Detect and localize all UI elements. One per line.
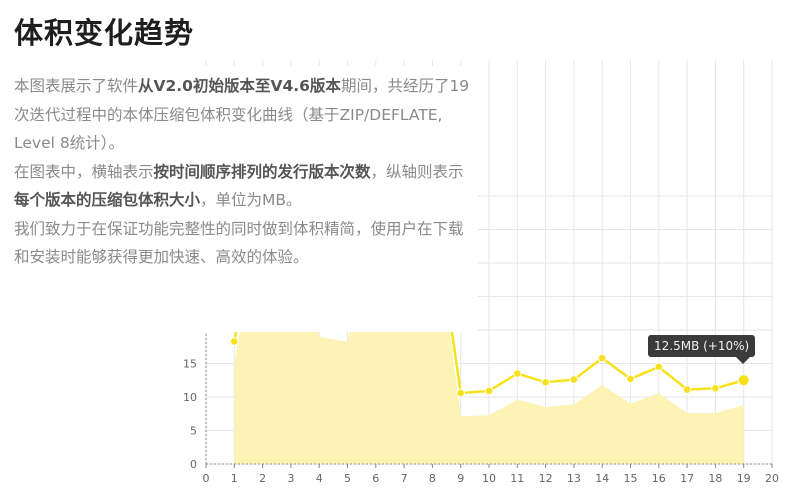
x-tick-label: 20	[765, 472, 779, 485]
data-point	[484, 386, 494, 396]
x-tick-label: 0	[203, 472, 210, 485]
x-tick-label: 4	[316, 472, 323, 485]
x-tick-label: 5	[344, 472, 351, 485]
data-point	[682, 385, 692, 394]
data-point	[654, 362, 664, 372]
y-tick-label: 10	[183, 391, 197, 404]
data-point	[569, 375, 579, 384]
chart-description: 本图表展示了软件从V2.0初始版本至V4.6版本期间，共经历了19次迭代过程中的…	[14, 72, 476, 272]
desc-text: ，单位为MB。	[200, 191, 302, 209]
x-tick-label: 11	[510, 472, 524, 485]
data-point	[711, 383, 720, 393]
data-point	[597, 353, 607, 363]
x-tick-label: 14	[595, 472, 609, 485]
data-point	[626, 374, 635, 384]
data-point	[541, 377, 550, 387]
description-paragraph-2: 在图表中，横轴表示按时间顺序排列的发行版本次数，纵轴则表示每个版本的压缩包体积大…	[14, 158, 476, 215]
x-tick-label: 16	[652, 472, 666, 485]
x-tick-label: 17	[680, 472, 694, 485]
description-paragraph-3: 我们致力于在保证功能完整性的同时做到体积精简，使用户在下载和安装时能够获得更加快…	[14, 219, 464, 267]
x-tick-label: 18	[708, 472, 722, 485]
x-tick-label: 9	[457, 472, 464, 485]
x-tick-label: 19	[737, 472, 751, 485]
y-tick-label: 0	[190, 458, 197, 471]
desc-text: 在图表中，横轴表示	[14, 162, 154, 181]
x-tick-label: 13	[567, 472, 581, 485]
x-tick-label: 3	[287, 472, 294, 485]
data-tooltip: 12.5MB (+10%)	[648, 335, 756, 364]
data-point	[456, 388, 466, 398]
y-tick-label: 5	[190, 425, 197, 438]
data-point	[230, 337, 239, 346]
desc-text: ，纵轴则表示	[370, 162, 464, 181]
desc-text: 本图表展示了软件	[14, 77, 139, 95]
x-tick-label: 15	[624, 472, 638, 485]
x-tick-label: 12	[539, 472, 553, 485]
y-tick-label: 15	[183, 358, 197, 371]
desc-highlight: 从V2.0初始版本至V4.6版本	[138, 77, 341, 95]
x-tick-label: 2	[259, 472, 266, 485]
data-point	[513, 369, 522, 378]
x-tick-label: 6	[372, 472, 379, 485]
data-point	[737, 374, 750, 387]
x-tick-label: 10	[482, 472, 496, 485]
description-paragraph-1: 本图表展示了软件从V2.0初始版本至V4.6版本期间，共经历了19次迭代过程中的…	[14, 72, 476, 158]
page-title: 体积变化趋势	[14, 16, 195, 50]
x-tick-label: 8	[429, 472, 436, 485]
x-tick-label: 7	[401, 472, 408, 485]
x-tick-label: 1	[231, 472, 238, 485]
desc-highlight: 按时间顺序排列的发行版本次数	[153, 162, 371, 181]
desc-highlight: 每个版本的压缩包体积大小	[14, 191, 201, 209]
